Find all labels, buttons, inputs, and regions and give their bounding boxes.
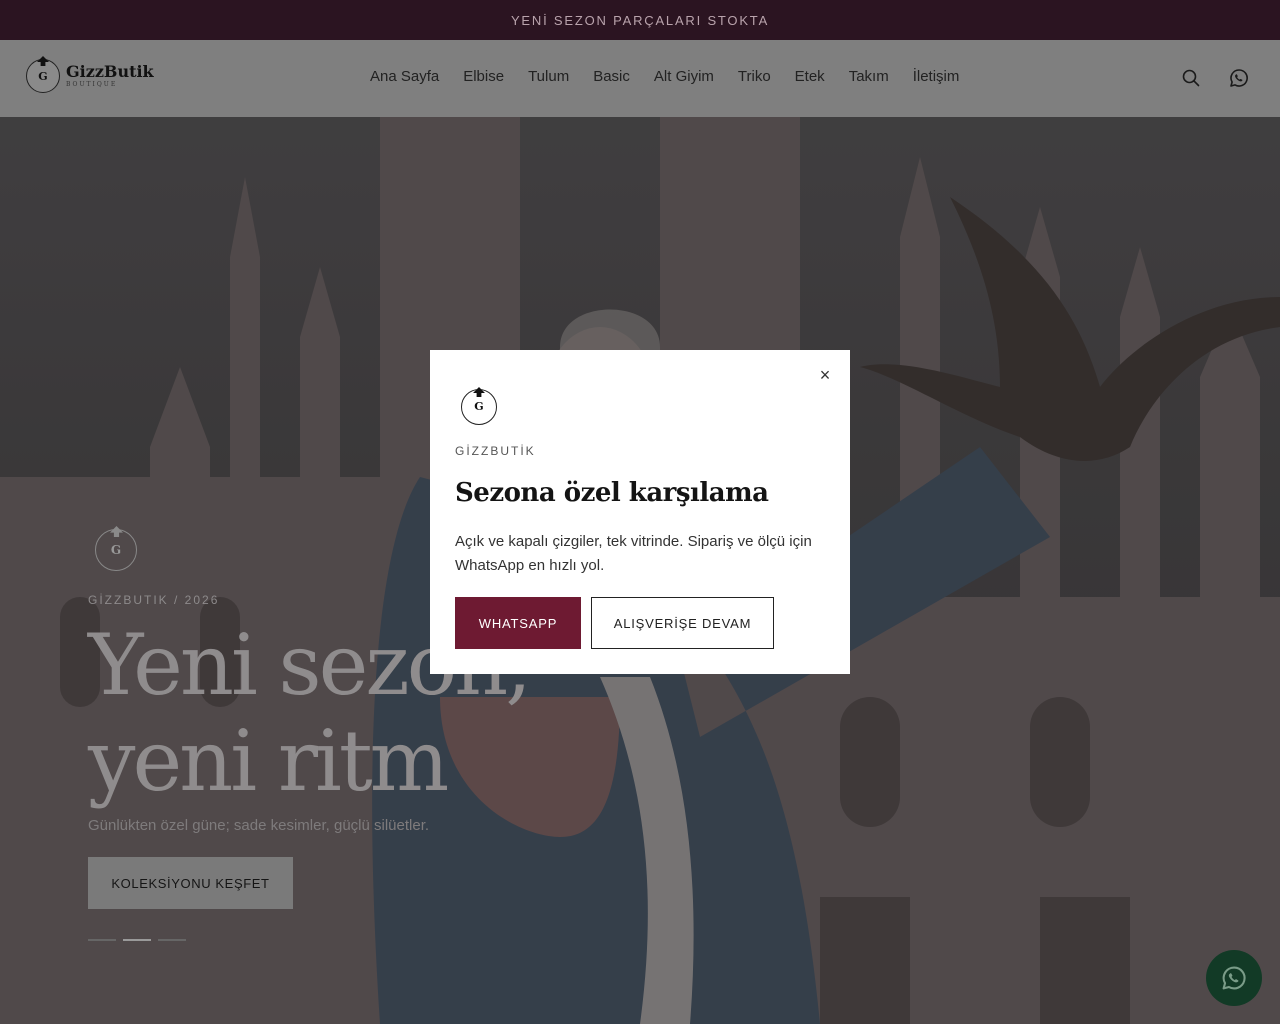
modal-brand: GİZZBUTİK xyxy=(455,444,536,458)
nav-item-elbise[interactable]: Elbise xyxy=(463,68,504,85)
announcement-text: YENİ SEZON PARÇALARI STOKTA xyxy=(510,12,770,28)
logo-mark-icon: G xyxy=(26,56,60,93)
hero-eyebrow: GİZZBUTIK / 2026 xyxy=(88,593,220,607)
search-icon[interactable] xyxy=(1181,68,1201,88)
modal-title: Sezona özel karşılama xyxy=(455,478,769,508)
hero-title-line-2: yeni ritm xyxy=(88,712,449,810)
hero-subtitle: Günlükten özel güne; sade kesimler, güçl… xyxy=(88,817,430,834)
site-header: G GizzButik BOUTIQUE Ana Sayfa Elbise Tu… xyxy=(0,40,1280,117)
nav-item-iletisim[interactable]: İletişim xyxy=(913,68,960,85)
slider-dot-active[interactable] xyxy=(123,939,151,941)
nav-item-etek[interactable]: Etek xyxy=(795,68,825,85)
whatsapp-icon[interactable] xyxy=(1229,68,1249,88)
hero-logo-icon: G xyxy=(95,526,137,571)
nav-item-tulum[interactable]: Tulum xyxy=(528,68,569,85)
nav-item-alt-giyim[interactable]: Alt Giyim xyxy=(654,68,714,85)
floating-whatsapp-button[interactable] xyxy=(1206,950,1262,1006)
slider-dot[interactable] xyxy=(88,939,116,941)
nav-item-ana-sayfa[interactable]: Ana Sayfa xyxy=(370,68,439,85)
nav-item-basic[interactable]: Basic xyxy=(593,68,630,85)
close-icon[interactable]: × xyxy=(812,362,838,388)
whatsapp-icon xyxy=(1222,966,1246,990)
main-nav: Ana Sayfa Elbise Tulum Basic Alt Giyim T… xyxy=(370,68,983,85)
logo-name: GizzButik xyxy=(66,62,154,81)
nav-item-triko[interactable]: Triko xyxy=(738,68,771,85)
announcement-bar: YENİ SEZON PARÇALARI STOKTA xyxy=(0,0,1280,40)
slider-dots xyxy=(88,939,193,941)
whatsapp-button[interactable]: WHATSAPP xyxy=(455,597,581,649)
logo-tagline: BOUTIQUE xyxy=(66,81,118,88)
site-logo[interactable]: G GizzButik BOUTIQUE xyxy=(26,56,154,93)
modal-logo-icon: G xyxy=(461,387,497,425)
explore-collection-button[interactable]: KOLEKSİYONU KEŞFET xyxy=(88,857,293,909)
slider-dot[interactable] xyxy=(158,939,186,941)
modal-body-text: Açık ve kapalı çizgiler, tek vitrinde. S… xyxy=(455,533,812,574)
nav-item-takim[interactable]: Takım xyxy=(849,68,889,85)
continue-shopping-button[interactable]: ALIŞVERİŞE DEVAM xyxy=(591,597,774,649)
